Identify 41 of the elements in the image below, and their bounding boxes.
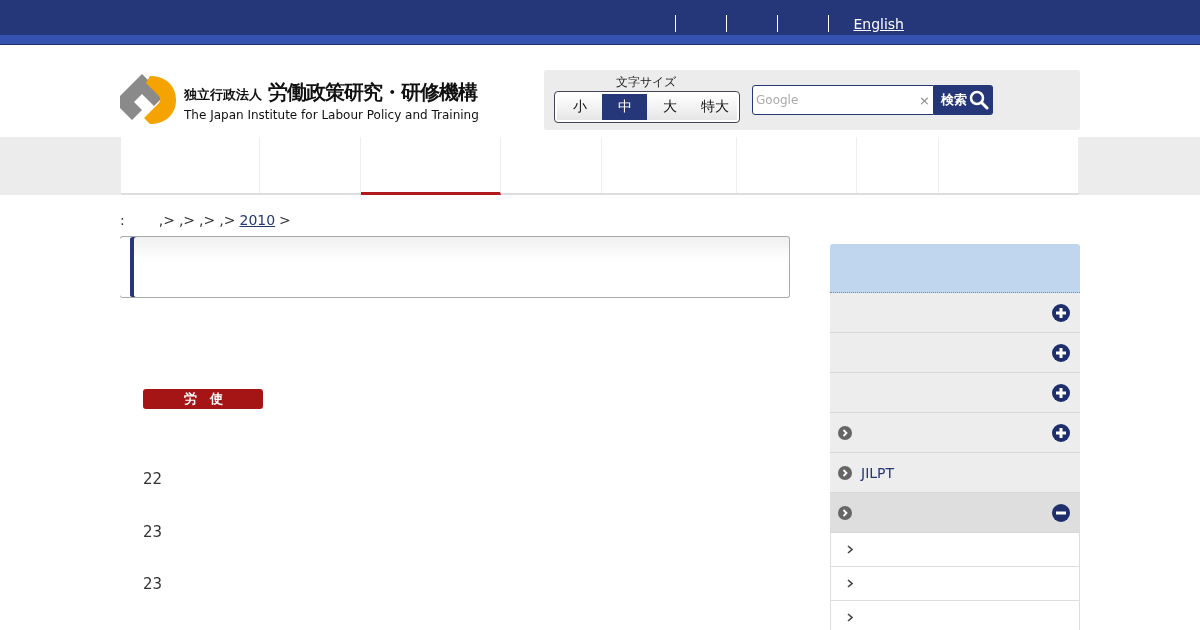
search-field[interactable]: Google × <box>752 85 934 115</box>
breadcrumb-separator: ,> <box>199 212 216 228</box>
organization-type: 独立行政法人 <box>184 85 262 104</box>
chevron-right-icon <box>838 505 852 520</box>
chevron-right-icon <box>847 613 853 622</box>
list-number: 23 <box>143 522 164 543</box>
list-number: 23 <box>143 575 164 595</box>
clear-icon[interactable]: × <box>919 92 930 108</box>
sidebar-item[interactable] <box>830 493 1080 533</box>
breadcrumb-link[interactable]: 2010 <box>239 212 276 228</box>
font-size-label: 文字サイズ <box>616 74 676 91</box>
organization-name: 労働政策研究・研修機構 <box>268 78 477 106</box>
plus-circle-icon[interactable] <box>1052 303 1070 322</box>
font-size-button[interactable]: 特大 <box>692 94 737 120</box>
sidebar-item[interactable]: JILPT <box>830 453 1080 493</box>
sidebar-item-label: JILPT <box>861 464 895 481</box>
chevron-right-icon <box>838 425 852 440</box>
breadcrumb-separator: ,> <box>178 212 196 228</box>
nav-tab[interactable] <box>361 137 501 195</box>
font-size-button[interactable]: 大 <box>647 94 692 120</box>
plus-circle-icon[interactable] <box>1052 383 1070 402</box>
breadcrumb-separator: ,> <box>158 212 175 228</box>
breadcrumb-separator: : <box>120 212 125 228</box>
category-label: 労 使 <box>143 389 263 409</box>
breadcrumb-separator: > <box>279 212 291 228</box>
search-button[interactable]: 検索 <box>934 85 993 115</box>
search-icon <box>969 90 989 110</box>
list-number: 22 <box>143 470 164 490</box>
logo-icon <box>120 74 176 126</box>
breadcrumb-separator: ,> <box>219 212 236 228</box>
plus-circle-icon[interactable] <box>1052 343 1070 362</box>
plus-circle-icon[interactable] <box>1052 423 1070 442</box>
font-size-button[interactable]: 中 <box>602 94 647 120</box>
chevron-right-icon <box>847 545 853 554</box>
font-size-button[interactable]: 小 <box>557 94 602 120</box>
chevron-right-icon <box>847 579 853 588</box>
chevron-right-icon <box>838 465 852 480</box>
language-link[interactable]: English <box>853 15 904 32</box>
sidebar-item[interactable] <box>830 413 1080 453</box>
organization-name-english: The Japan Institute for Labour Policy and Training <box>184 107 479 122</box>
minus-circle-icon[interactable] <box>1052 503 1070 522</box>
